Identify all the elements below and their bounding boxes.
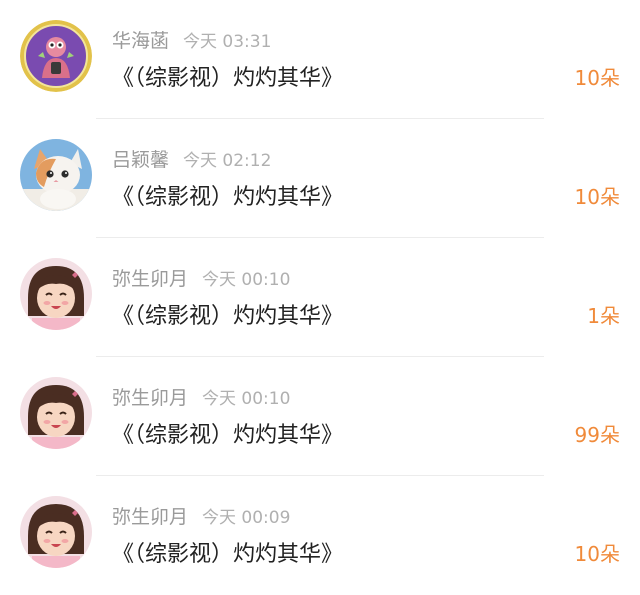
gift-record-list: 华海菡 今天 03:31 《（综影视）灼灼其华》 10朵 吕颖馨今天 02:12…	[0, 0, 640, 594]
girl-photo-avatar-icon	[20, 496, 92, 568]
gift-record-item[interactable]: 吕颖馨 今天 02:12 《（综影视）灼灼其华》 10朵	[0, 119, 640, 238]
book-title[interactable]: 《（综影视）灼灼其华》	[112, 298, 343, 330]
user-name[interactable]: 吕颖馨	[112, 149, 169, 171]
gift-time: 今天 00:10	[202, 389, 291, 409]
gift-time: 今天 00:10	[202, 270, 291, 290]
gift-record-item[interactable]: 华海菡 今天 03:31 《（综影视）灼灼其华》 10朵	[0, 0, 640, 119]
gift-record-item[interactable]: 弥生卯月 今天 00:10 《（综影视）灼灼其华》 1朵	[0, 238, 640, 357]
gift-time: 今天 02:12	[183, 151, 272, 171]
book-title[interactable]: 《（综影视）灼灼其华》	[112, 417, 343, 449]
gift-record-item[interactable]: 弥生卯月 今天 00:10 《（综影视）灼灼其华》 99朵	[0, 357, 640, 476]
gift-amount: 10朵	[574, 185, 620, 209]
girl-photo-avatar-icon	[20, 258, 92, 330]
cartoon-character-avatar-icon	[20, 20, 92, 92]
user-avatar[interactable]	[20, 496, 92, 568]
book-title[interactable]: 《（综影视）灼灼其华》	[112, 536, 343, 568]
user-avatar[interactable]	[20, 258, 92, 330]
gift-amount: 99朵	[574, 423, 620, 447]
kitten-photo-avatar-icon	[20, 139, 92, 211]
user-name[interactable]: 华海菡	[112, 30, 169, 52]
gift-amount: 10朵	[574, 542, 620, 566]
gift-record-item[interactable]: 弥生卯月 今天 00:09 《（综影视）灼灼其华》 10朵	[0, 476, 640, 595]
user-name[interactable]: 弥生卯月	[112, 506, 188, 528]
book-title[interactable]: 《（综影视）灼灼其华》	[112, 60, 343, 92]
gift-time: 今天 00:09	[202, 508, 291, 528]
gift-amount: 1朵	[587, 304, 620, 328]
user-name[interactable]: 弥生卯月	[112, 268, 188, 290]
user-avatar[interactable]	[20, 377, 92, 449]
gift-time: 今天 03:31	[183, 32, 272, 52]
user-name[interactable]: 弥生卯月	[112, 387, 188, 409]
user-avatar[interactable]	[20, 20, 92, 92]
book-title[interactable]: 《（综影视）灼灼其华》	[112, 179, 343, 211]
user-avatar[interactable]	[20, 139, 92, 211]
gift-amount: 10朵	[574, 66, 620, 90]
girl-photo-avatar-icon	[20, 377, 92, 449]
